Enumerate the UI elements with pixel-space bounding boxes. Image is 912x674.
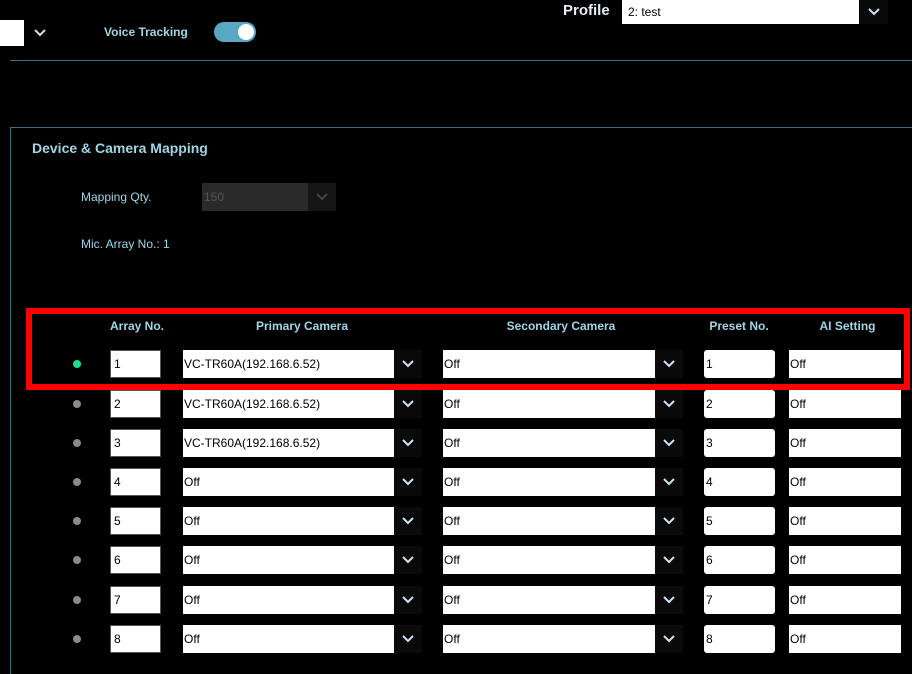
chevron-down-icon[interactable] bbox=[394, 546, 422, 574]
ai-setting-select[interactable]: Off bbox=[789, 507, 901, 535]
ai-setting-select[interactable]: Off bbox=[789, 586, 901, 614]
secondary-camera-select[interactable]: Off bbox=[443, 429, 655, 457]
secondary-camera-select[interactable]: Off bbox=[443, 625, 655, 653]
status-dot bbox=[73, 400, 81, 408]
mapping-qty-value: 150 bbox=[202, 183, 308, 211]
secondary-camera-select[interactable]: Off bbox=[443, 507, 655, 535]
section-title: Device & Camera Mapping bbox=[32, 140, 208, 156]
profile-select[interactable]: 2: test bbox=[622, 0, 859, 24]
secondary-camera-select[interactable]: Off bbox=[443, 390, 655, 418]
secondary-camera-select[interactable]: Off bbox=[443, 546, 655, 574]
preset-no-input[interactable]: 7 bbox=[704, 586, 775, 614]
ai-setting-select[interactable]: Off bbox=[789, 625, 901, 653]
chevron-down-icon[interactable] bbox=[394, 429, 422, 457]
primary-camera-select[interactable]: Off bbox=[183, 586, 394, 614]
primary-camera-select[interactable]: Off bbox=[183, 625, 394, 653]
top-divider bbox=[10, 60, 912, 61]
array-no-input[interactable]: 4 bbox=[110, 468, 161, 496]
top-left-dropdown[interactable] bbox=[0, 20, 56, 46]
profile-chevron-icon[interactable] bbox=[860, 0, 888, 24]
primary-camera-select[interactable]: Off bbox=[183, 507, 394, 535]
status-dot bbox=[73, 439, 81, 447]
preset-no-input[interactable]: 8 bbox=[704, 625, 775, 653]
voice-tracking-label: Voice Tracking bbox=[104, 25, 188, 39]
array-no-input[interactable]: 5 bbox=[110, 507, 161, 535]
mapping-qty-select[interactable]: 150 bbox=[202, 183, 336, 211]
chevron-down-icon[interactable] bbox=[655, 429, 683, 457]
ai-setting-select[interactable]: Off bbox=[789, 468, 901, 496]
primary-camera-select[interactable]: Off bbox=[183, 546, 394, 574]
chevron-down-icon bbox=[308, 183, 336, 211]
secondary-camera-select[interactable]: Off bbox=[443, 586, 655, 614]
highlight-box bbox=[26, 308, 910, 390]
chevron-down-icon[interactable] bbox=[394, 390, 422, 418]
mic-array-label: Mic. Array No.: 1 bbox=[81, 237, 170, 251]
primary-camera-select[interactable]: Off bbox=[183, 468, 394, 496]
chevron-down-icon[interactable] bbox=[655, 546, 683, 574]
array-no-input[interactable]: 8 bbox=[110, 625, 161, 653]
preset-no-input[interactable]: 2 bbox=[704, 390, 775, 418]
toggle-knob bbox=[238, 24, 254, 40]
chevron-down-icon[interactable] bbox=[655, 625, 683, 653]
chevron-down-icon[interactable] bbox=[655, 390, 683, 418]
status-dot bbox=[73, 517, 81, 525]
primary-camera-select[interactable]: VC-TR60A(192.168.6.52) bbox=[183, 429, 394, 457]
chevron-down-icon[interactable] bbox=[655, 507, 683, 535]
status-dot bbox=[73, 596, 81, 604]
ai-setting-select[interactable]: Off bbox=[789, 429, 901, 457]
array-no-input[interactable]: 3 bbox=[110, 429, 161, 457]
mapping-qty-label: Mapping Qty. bbox=[81, 190, 152, 204]
chevron-down-icon[interactable] bbox=[394, 507, 422, 535]
preset-no-input[interactable]: 5 bbox=[704, 507, 775, 535]
preset-no-input[interactable]: 4 bbox=[704, 468, 775, 496]
status-dot bbox=[73, 556, 81, 564]
array-no-input[interactable]: 6 bbox=[110, 546, 161, 574]
array-no-input[interactable]: 2 bbox=[110, 390, 161, 418]
chevron-down-icon[interactable] bbox=[394, 625, 422, 653]
ai-setting-select[interactable]: Off bbox=[789, 390, 901, 418]
chevron-down-icon bbox=[24, 20, 56, 46]
array-no-input[interactable]: 7 bbox=[110, 586, 161, 614]
chevron-down-icon[interactable] bbox=[655, 586, 683, 614]
secondary-camera-select[interactable]: Off bbox=[443, 468, 655, 496]
chevron-down-icon[interactable] bbox=[655, 468, 683, 496]
ai-setting-select[interactable]: Off bbox=[789, 546, 901, 574]
status-dot bbox=[73, 478, 81, 486]
preset-no-input[interactable]: 6 bbox=[704, 546, 775, 574]
voice-tracking-toggle[interactable] bbox=[214, 22, 256, 42]
preset-no-input[interactable]: 3 bbox=[704, 429, 775, 457]
profile-label: Profile bbox=[563, 2, 610, 19]
chevron-down-icon[interactable] bbox=[394, 468, 422, 496]
primary-camera-select[interactable]: VC-TR60A(192.168.6.52) bbox=[183, 390, 394, 418]
status-dot bbox=[73, 635, 81, 643]
chevron-down-icon[interactable] bbox=[394, 586, 422, 614]
